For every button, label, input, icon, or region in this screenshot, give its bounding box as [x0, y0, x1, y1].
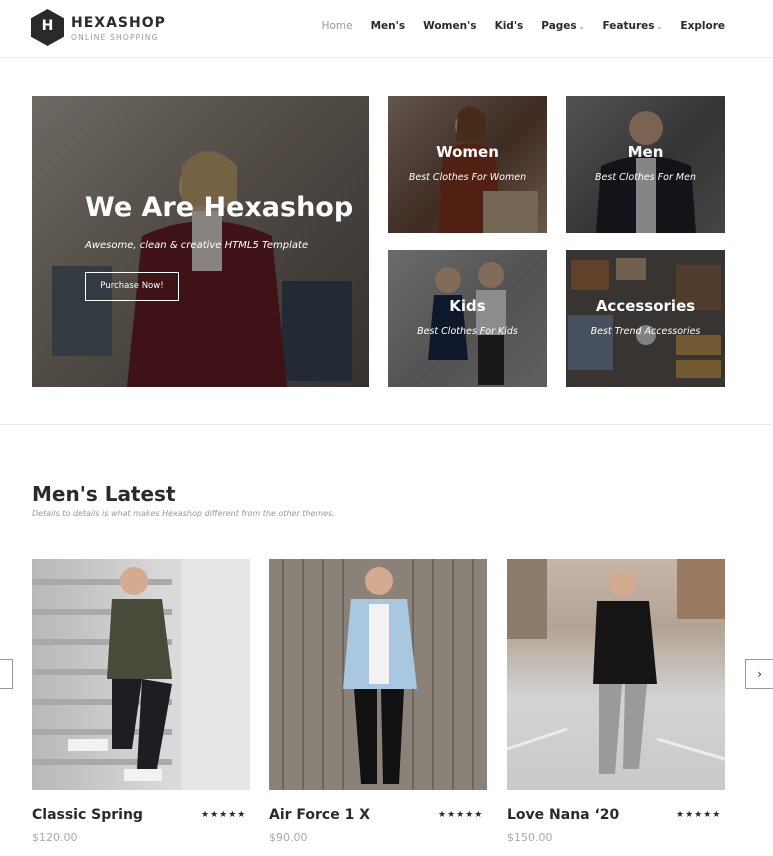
category-subtitle: Best Clothes For Men: [595, 172, 696, 183]
chevron-right-icon: ›: [757, 667, 762, 681]
product-name[interactable]: Air Force 1 X: [269, 807, 370, 823]
section-subtitle: Details to details is what makes Hexasho…: [32, 509, 335, 518]
category-title: Kids: [449, 297, 486, 315]
product-photo: [507, 559, 725, 774]
category-women[interactable]: Women Best Clothes For Women: [388, 96, 547, 233]
tile-overlay: [566, 96, 725, 233]
carousel-next-button[interactable]: ›: [745, 659, 773, 689]
category-kids[interactable]: Kids Best Clothes For Kids: [388, 250, 547, 387]
purchase-now-button[interactable]: Purchase Now!: [85, 272, 179, 301]
category-title: Men: [627, 143, 664, 161]
category-men[interactable]: Men Best Clothes For Men: [566, 96, 725, 233]
section-divider: [0, 424, 773, 425]
carousel-prev-button[interactable]: ‹: [0, 659, 13, 689]
hero-title: We Are Hexashop: [85, 192, 354, 223]
section-title: Men's Latest: [32, 482, 176, 506]
product-name[interactable]: Classic Spring: [32, 807, 143, 823]
brand-tagline: ONLINE SHOPPING: [71, 33, 159, 42]
category-subtitle: Best Clothes For Kids: [417, 326, 518, 337]
nav-item-pages[interactable]: Pages ⌄: [541, 20, 584, 32]
star-rating-icon: ★★★★★: [676, 810, 722, 820]
nav-item-mens[interactable]: Men's: [371, 20, 406, 32]
tile-overlay: [388, 96, 547, 233]
product-photo: [282, 559, 474, 790]
chevron-left-icon: ‹: [0, 667, 1, 681]
logo-letter: H: [41, 18, 54, 34]
tile-overlay: [388, 250, 547, 387]
product-price: $120.00: [32, 831, 78, 844]
product-name[interactable]: Love Nana ‘20: [507, 807, 619, 823]
product-image-love-nana[interactable]: [507, 559, 725, 790]
product-price: $150.00: [507, 831, 553, 844]
nav-item-features[interactable]: Features ⌄: [603, 20, 663, 32]
product-price: $90.00: [269, 831, 308, 844]
hero-subtitle: Awesome, clean & creative HTML5 Template: [85, 240, 309, 251]
nav-item-explore[interactable]: Explore: [680, 20, 725, 32]
category-accessories[interactable]: Accessories Best Trend Accessories: [566, 250, 725, 387]
tile-overlay: [566, 250, 725, 387]
hero-banner: We Are Hexashop Awesome, clean & creativ…: [32, 96, 369, 387]
nav-item-womens[interactable]: Women's: [423, 20, 476, 32]
star-rating-icon: ★★★★★: [201, 810, 247, 820]
product-image-classic-spring[interactable]: [32, 559, 250, 790]
category-title: Accessories: [595, 297, 696, 315]
star-rating-icon: ★★★★★: [438, 810, 484, 820]
category-subtitle: Best Trend Accessories: [590, 326, 701, 337]
category-title: Women: [436, 143, 499, 161]
nav-item-kids[interactable]: Kid's: [495, 20, 524, 32]
site-header: H HEXASHOP ONLINE SHOPPING Home Men's Wo…: [0, 0, 773, 58]
nav-item-home[interactable]: Home: [322, 20, 353, 32]
product-image-air-force[interactable]: [269, 559, 487, 790]
main-nav: Home Men's Women's Kid's Pages ⌄ Features…: [322, 20, 725, 32]
nav-item-features-label: Features: [602, 20, 655, 32]
nav-item-pages-label: Pages: [541, 20, 577, 32]
logo[interactable]: H HEXASHOP ONLINE SHOPPING: [31, 9, 171, 49]
product-photo: [32, 559, 250, 790]
brand-name: HEXASHOP: [71, 15, 166, 31]
chevron-down-icon: ⌄: [578, 23, 585, 31]
category-subtitle: Best Clothes For Women: [408, 172, 527, 183]
chevron-down-icon: ⌄: [656, 23, 663, 31]
